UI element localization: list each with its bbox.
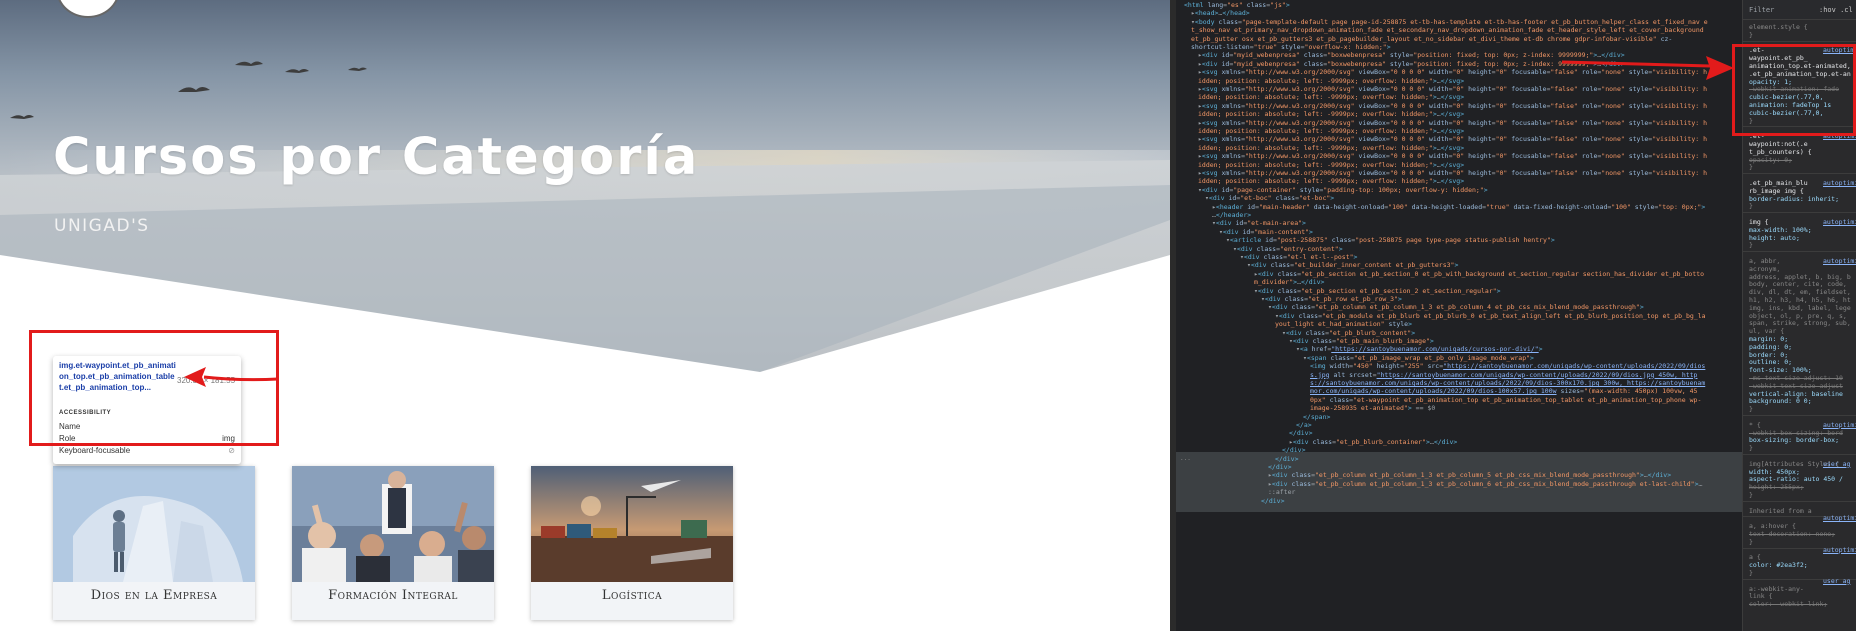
screenshot-root: Cursos por Categoría UNIGAD'S Dios en la… <box>0 0 1856 631</box>
dom-node-line[interactable]: </div> <box>1176 496 1742 506</box>
style-rule-separator <box>1743 415 1856 416</box>
style-source-link[interactable]: autoptimi <box>1823 420 1856 430</box>
style-rule-separator <box>1743 500 1856 502</box>
card-image-dios[interactable] <box>53 466 255 582</box>
style-source-link[interactable]: autoptimi <box>1823 217 1856 227</box>
style-rule-line[interactable]: } <box>1749 201 1856 211</box>
tooltip-row-keyboard: Keyboard-focusable ⊘ <box>59 446 235 455</box>
style-rule-line[interactable]: color: -webkit-link; <box>1749 599 1856 609</box>
style-source-link[interactable]: autoptimi <box>1823 256 1856 266</box>
selected-node-marker: ... <box>1180 455 1191 462</box>
card-image-logistica[interactable] <box>531 466 733 582</box>
style-rule-line[interactable]: } <box>1749 490 1856 500</box>
birds-group <box>10 61 367 119</box>
style-rule-separator <box>1743 212 1856 214</box>
page-subtitle: UNIGAD'S <box>54 216 150 236</box>
style-rule-line[interactable]: } <box>1749 30 1856 40</box>
not-focusable-icon: ⊘ <box>228 446 235 455</box>
style-rule-line[interactable]: } <box>1749 162 1856 172</box>
website-viewport: Cursos por Categoría UNIGAD'S Dios en la… <box>0 0 1170 631</box>
style-source-link[interactable]: autoptimi <box>1823 513 1856 523</box>
page-title: Cursos por Categoría <box>53 128 700 187</box>
red-highlight-box-right <box>1732 44 1856 136</box>
elements-panel: <html lang="es" class="js"> ▸<head>…</hea… <box>1176 0 1742 631</box>
course-card-logistica[interactable]: Logística <box>531 466 733 620</box>
style-rule-line[interactable]: } <box>1749 240 1856 250</box>
tooltip-keyboard-label: Keyboard-focusable <box>59 446 131 455</box>
course-card-dios-en-la-empresa[interactable]: Dios en la Empresa <box>53 466 255 620</box>
hero-section: Cursos por Categoría UNIGAD'S <box>0 0 1170 372</box>
style-source-link[interactable]: user ag <box>1823 576 1856 586</box>
style-rule-separator <box>1743 40 1856 42</box>
style-rule-separator <box>1743 173 1856 175</box>
style-source-link[interactable]: user ag <box>1823 459 1856 469</box>
style-rule-separator <box>1743 454 1856 455</box>
card-caption[interactable]: Dios en la Empresa <box>53 588 255 603</box>
red-arrow-left-icon <box>184 367 279 387</box>
style-source-link[interactable]: autoptimi <box>1823 178 1856 188</box>
hov-cls-toggle[interactable]: :hov .cl <box>1819 6 1853 14</box>
styles-filter-bar: Filter :hov .cl <box>1743 0 1856 20</box>
style-rule-separator <box>1743 251 1856 253</box>
styles-filter-input[interactable]: Filter <box>1749 6 1774 14</box>
style-rule-line[interactable]: } <box>1749 404 1856 414</box>
course-card-formacion-integral[interactable]: Formación Integral <box>292 466 494 620</box>
red-arrow-right-icon <box>1561 56 1734 80</box>
card-caption[interactable]: Formación Integral <box>292 588 494 603</box>
style-rule-line[interactable]: } <box>1749 443 1856 453</box>
card-image-formacion[interactable] <box>292 466 494 582</box>
style-source-link[interactable]: autoptimi <box>1823 545 1856 555</box>
card-caption[interactable]: Logística <box>531 588 733 603</box>
